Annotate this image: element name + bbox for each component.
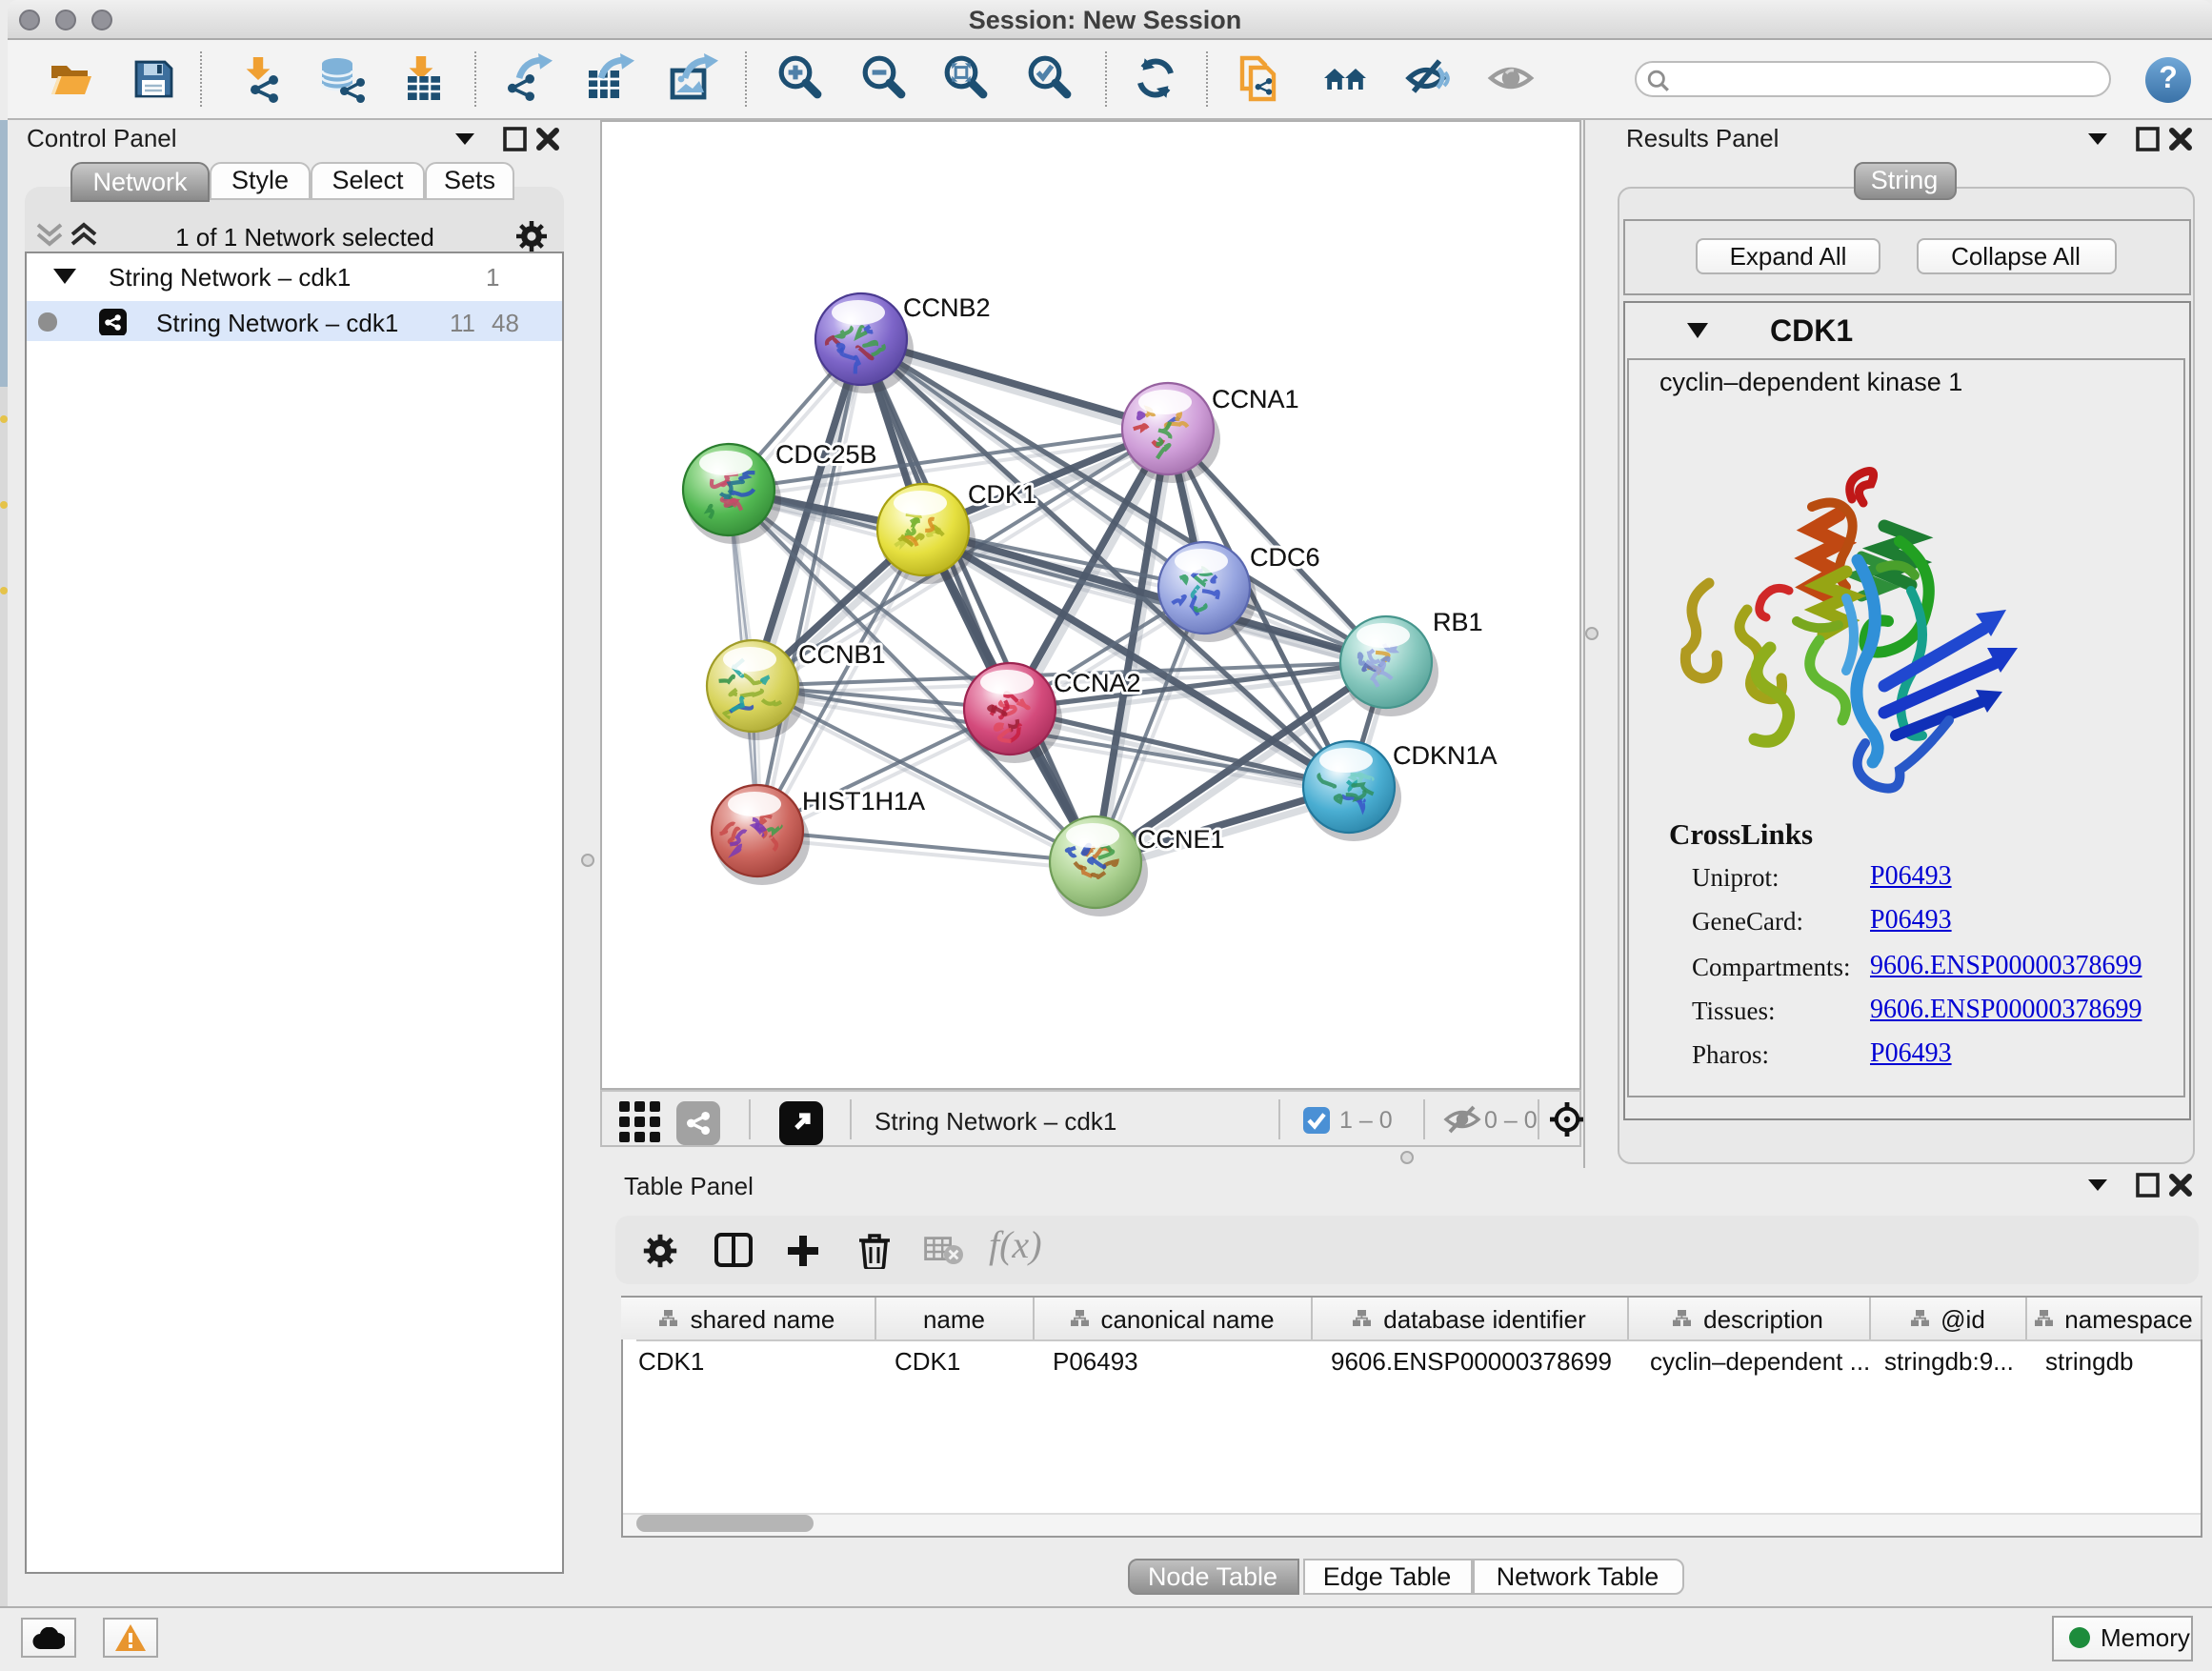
- svg-text:RB1: RB1: [1433, 608, 1483, 636]
- svg-text:CDC6: CDC6: [1250, 543, 1320, 572]
- svg-text:CCNB2: CCNB2: [903, 293, 991, 322]
- svg-text:CDKN1A: CDKN1A: [1393, 741, 1498, 770]
- svg-text:CDC25B: CDC25B: [775, 440, 877, 469]
- svg-text:CCNE1: CCNE1: [1137, 825, 1225, 854]
- svg-text:CDK1: CDK1: [968, 480, 1036, 509]
- svg-text:HIST1H1A: HIST1H1A: [802, 787, 925, 815]
- svg-text:CCNA2: CCNA2: [1054, 669, 1141, 697]
- svg-text:CCNB1: CCNB1: [798, 640, 886, 669]
- svg-text:CCNA1: CCNA1: [1212, 385, 1299, 413]
